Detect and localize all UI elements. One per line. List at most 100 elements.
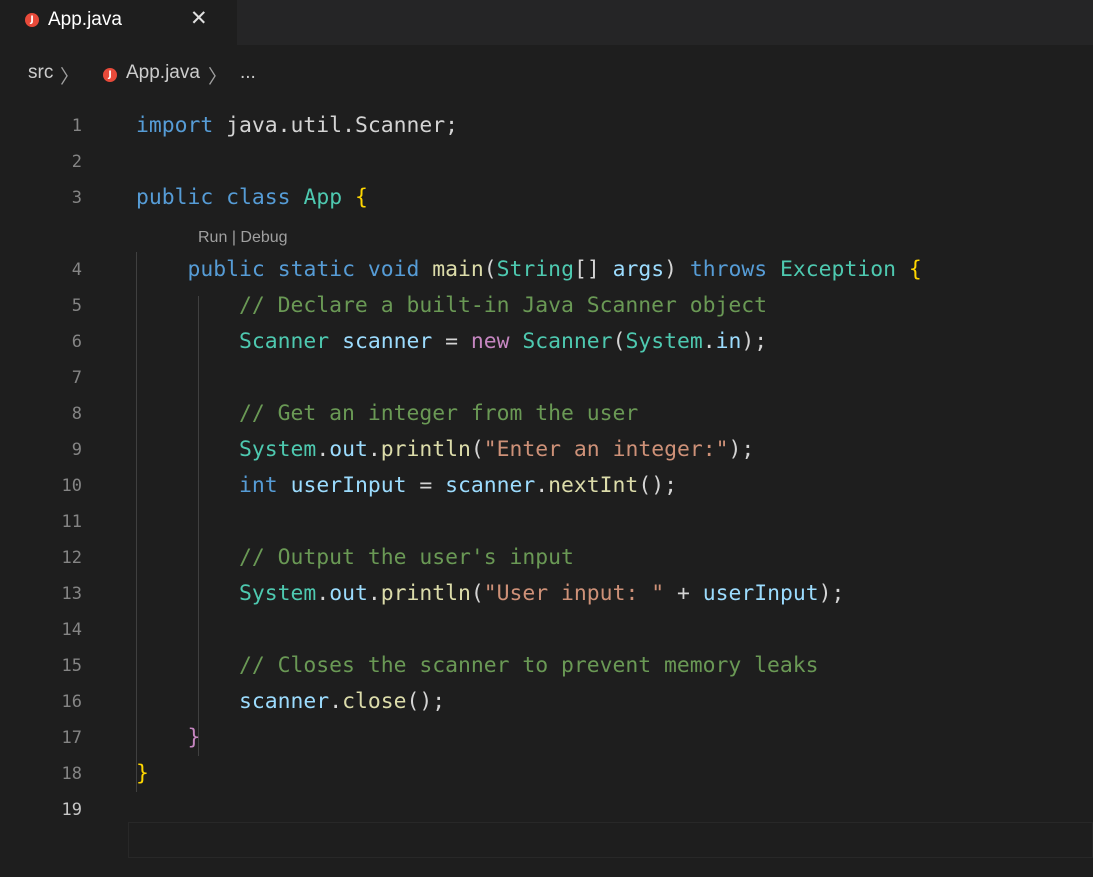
code-line[interactable]: 2 (0, 144, 1093, 180)
code-token: ( (470, 437, 484, 462)
code-token: userInput (702, 581, 819, 606)
code-text: int userInput = scanner.nextInt(); (136, 468, 677, 504)
code-line[interactable]: 13 System.out.println("User input: " + u… (0, 576, 1093, 612)
code-token: close (342, 689, 407, 714)
code-token: // Output the user's input (239, 545, 574, 570)
line-number: 18 (61, 764, 82, 784)
code-line[interactable]: 8 // Get an integer from the user (0, 396, 1093, 432)
codelens-separator: | (231, 229, 236, 246)
code-token: . (329, 689, 343, 714)
code-text: System.out.println("Enter an integer:"); (136, 432, 754, 468)
code-line[interactable]: 5 // Declare a built-in Java Scanner obj… (0, 288, 1093, 324)
code-token: new (470, 329, 510, 354)
run-codelens[interactable]: Run (198, 229, 227, 246)
code-token: System (239, 437, 317, 462)
code-line[interactable]: 16 scanner.close(); (0, 684, 1093, 720)
code-token: public (136, 185, 214, 210)
tab-label: App.java (48, 9, 122, 30)
code-token: scanner (342, 329, 433, 354)
line-number: 3 (71, 188, 82, 208)
code-line[interactable]: 19 (0, 792, 1093, 828)
code-text: // Get an integer from the user (136, 396, 638, 432)
code-token: ( (483, 257, 497, 282)
code-token: } (187, 725, 201, 750)
code-line[interactable]: 4 public static void main(String[] args)… (0, 252, 1093, 288)
code-token: ); (728, 437, 755, 462)
code-token: class (226, 185, 291, 210)
code-token: (); (406, 689, 446, 714)
code-token: ); (741, 329, 768, 354)
breadcrumb-more[interactable]: ... (240, 62, 256, 84)
code-token: java.util.Scanner; (213, 113, 458, 138)
code-token: . (535, 473, 549, 498)
code-line[interactable]: 14 (0, 612, 1093, 648)
close-icon[interactable]: ✕ (190, 6, 208, 30)
code-line[interactable]: 10 int userInput = scanner.nextInt(); (0, 468, 1093, 504)
line-number: 2 (71, 152, 82, 172)
code-line[interactable]: 9 System.out.println("Enter an integer:"… (0, 432, 1093, 468)
line-number: 14 (61, 620, 82, 640)
code-token: ); (818, 581, 845, 606)
line-number: 16 (61, 692, 82, 712)
code-token: [] (573, 257, 613, 282)
code-line[interactable]: 11 (0, 504, 1093, 540)
line-number: 6 (71, 332, 82, 352)
line-number: 15 (61, 656, 82, 676)
code-text: Scanner scanner = new Scanner(System.in)… (136, 324, 767, 360)
code-text: scanner.close(); (136, 684, 445, 720)
code-token: + (664, 581, 703, 606)
code-token: . (367, 581, 381, 606)
code-token: = (432, 329, 471, 354)
code-line[interactable]: 15 // Closes the scanner to prevent memo… (0, 648, 1093, 684)
code-token: Scanner (522, 329, 613, 354)
tab-app-java[interactable]: J App.java ✕ (0, 0, 237, 45)
code-line[interactable]: 7 (0, 360, 1093, 396)
code-line[interactable]: 18} (0, 756, 1093, 792)
code-token: out (329, 437, 368, 462)
line-number: 10 (61, 476, 82, 496)
codelens: Run | Debug (198, 224, 288, 252)
breadcrumb-folder[interactable]: src (28, 62, 53, 84)
code-token: String (496, 257, 574, 282)
code-token: "User input: " (483, 581, 665, 606)
code-line[interactable]: 1 import java.util.Scanner; (0, 108, 1093, 144)
code-token: ( (470, 581, 484, 606)
java-file-icon: J (25, 13, 39, 27)
code-token: System (625, 329, 703, 354)
line-number: 9 (71, 440, 82, 460)
code-line[interactable]: 6 Scanner scanner = new Scanner(System.i… (0, 324, 1093, 360)
code-token: userInput (290, 473, 407, 498)
breadcrumb-separator: 〉 (208, 67, 228, 88)
code-text: } (136, 720, 201, 756)
line-number: 4 (71, 260, 82, 280)
code-token: // Closes the scanner to prevent memory … (239, 653, 819, 678)
code-token: throws (689, 257, 768, 282)
code-token: System (239, 581, 317, 606)
code-token: ) (664, 257, 690, 282)
code-token: println (380, 437, 471, 462)
debug-codelens[interactable]: Debug (240, 229, 287, 246)
code-token: static (277, 257, 355, 282)
breadcrumb-file[interactable]: App.java (126, 62, 200, 84)
code-token: args (612, 257, 665, 282)
code-line[interactable]: 12 // Output the user's input (0, 540, 1093, 576)
code-token: scanner (239, 689, 330, 714)
code-token: App (303, 185, 343, 210)
editor-tab-bar: J App.java ✕ (0, 0, 1093, 45)
code-token: in (715, 329, 742, 354)
line-number: 19 (61, 800, 82, 820)
code-line[interactable]: 17 } (0, 720, 1093, 756)
code-line[interactable]: 3 public class App { (0, 180, 1093, 216)
